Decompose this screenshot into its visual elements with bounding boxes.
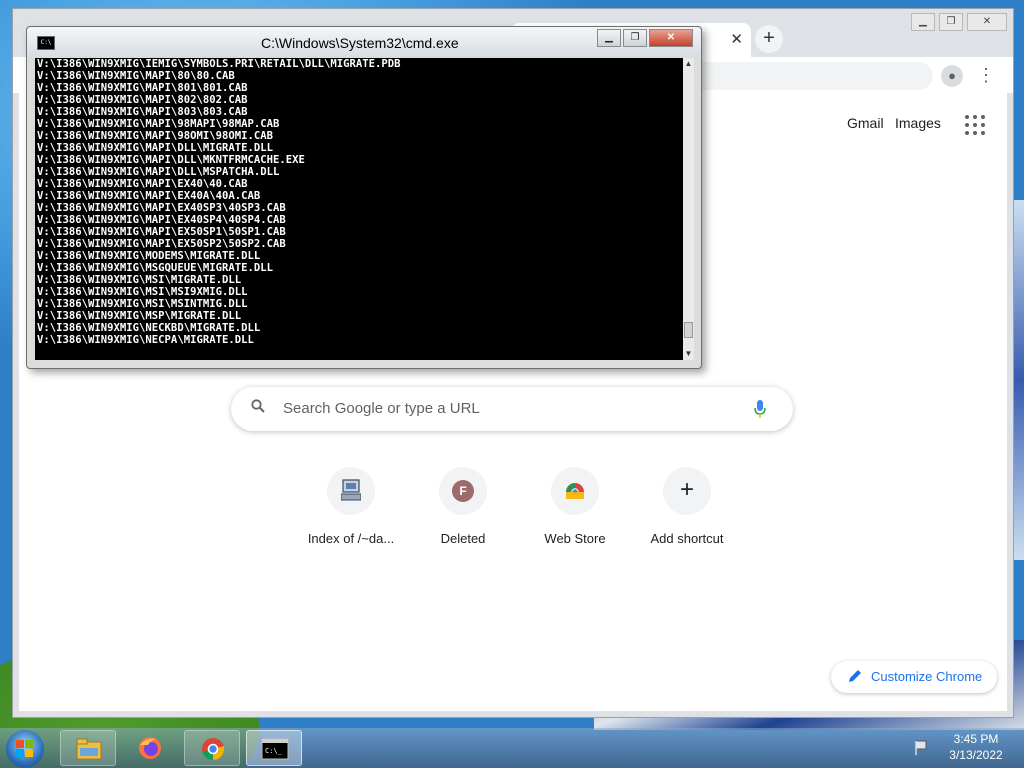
cmd-maximize-button[interactable]: ❐	[623, 29, 647, 47]
console-line: V:\I386\WIN9XMIG\MODEMS\MIGRATE.DLL	[37, 250, 261, 262]
cmd-window-title: C:\Windows\System32\cmd.exe	[261, 35, 459, 51]
console-line: V:\I386\WIN9XMIG\MAPI\80\80.CAB	[37, 70, 235, 82]
chrome-maximize-button[interactable]: ❐	[939, 13, 963, 31]
console-line: V:\I386\WIN9XMIG\MAPI\DLL\MSPATCHA.DLL	[37, 166, 280, 178]
cmd-close-button[interactable]: ✕	[649, 29, 693, 47]
taskbar-file-explorer[interactable]	[60, 730, 116, 766]
menu-kebab-icon[interactable]: ⋮	[977, 63, 995, 87]
google-apps-icon[interactable]	[965, 115, 985, 135]
microphone-icon[interactable]	[753, 399, 767, 419]
console-line: V:\I386\WIN9XMIG\MAPI\DLL\MKNTFRMCACHE.E…	[37, 154, 305, 166]
add-shortcut-tile: +	[663, 467, 711, 515]
console-lines: V:\I386\WIN9XMIG\IEMIG\SYMBOLS.PRI\RETAI…	[37, 58, 401, 346]
console-line: V:\I386\WIN9XMIG\MAPI\EX40SP3\40SP3.CAB	[37, 202, 286, 214]
customize-chrome-label: Customize Chrome	[871, 669, 983, 684]
taskbar-cmd[interactable]: C:\_	[246, 730, 302, 766]
console-line: V:\I386\WIN9XMIG\MAPI\EX40SP4\40SP4.CAB	[37, 214, 286, 226]
taskbar-firefox[interactable]	[122, 730, 178, 766]
shortcut-label: Deleted	[440, 531, 486, 546]
scrollbar-thumb[interactable]	[684, 322, 693, 338]
shortcut-deleted[interactable]: F Deleted	[407, 467, 519, 567]
search-box[interactable]: Search Google or type a URL	[231, 387, 793, 431]
plus-icon: +	[679, 476, 694, 503]
cmd-app-icon: C:\	[37, 36, 55, 50]
gmail-link[interactable]: Gmail	[847, 115, 884, 131]
console-line: V:\I386\WIN9XMIG\IEMIG\SYMBOLS.PRI\RETAI…	[37, 58, 401, 70]
console-line: V:\I386\WIN9XMIG\MSI\MSINTMIG.DLL	[37, 298, 248, 310]
folder-icon	[76, 738, 102, 760]
cmd-window: C:\ C:\Windows\System32\cmd.exe ▁ ❐ ✕ V:…	[26, 26, 702, 369]
new-tab-button[interactable]: +	[755, 25, 783, 53]
console-line: V:\I386\WIN9XMIG\MAPI\EX50SP2\50SP2.CAB	[37, 238, 286, 250]
shortcut-label: Index of /~da...	[307, 531, 395, 546]
images-link[interactable]: Images	[895, 115, 941, 131]
cmd-minimize-button[interactable]: ▁	[597, 29, 621, 47]
profile-icon[interactable]: ●	[941, 65, 963, 87]
chrome-webstore-favicon	[551, 467, 599, 515]
console-output[interactable]: V:\I386\WIN9XMIG\IEMIG\SYMBOLS.PRI\RETAI…	[35, 58, 683, 360]
search-icon	[251, 399, 265, 413]
shortcut-index[interactable]: Index of /~da...	[295, 467, 407, 567]
favicon-letter: F	[452, 480, 474, 502]
chrome-minimize-button[interactable]: ▁	[911, 13, 935, 31]
scroll-down-arrow-icon[interactable]: ▼	[683, 348, 694, 360]
taskbar: C:\_ 3:45 PM 3/13/2022	[0, 728, 1024, 768]
search-placeholder: Search Google or type a URL	[283, 400, 480, 417]
taskbar-chrome[interactable]	[184, 730, 240, 766]
console-line: V:\I386\WIN9XMIG\MAPI\DLL\MIGRATE.DLL	[37, 142, 273, 154]
cmd-scrollbar[interactable]: ▲ ▼	[683, 58, 694, 360]
console-line: V:\I386\WIN9XMIG\MAPI\EX40\40.CAB	[37, 178, 248, 190]
console-line: V:\I386\WIN9XMIG\MAPI\801\801.CAB	[37, 82, 248, 94]
chrome-icon	[202, 738, 225, 760]
console-line: V:\I386\WIN9XMIG\MSI\MSI9XMIG.DLL	[37, 286, 248, 298]
shortcut-add[interactable]: + Add shortcut	[631, 467, 743, 567]
system-clock[interactable]: 3:45 PM 3/13/2022	[938, 731, 1014, 763]
chrome-close-button[interactable]: ✕	[967, 13, 1007, 31]
letter-favicon: F	[439, 467, 487, 515]
console-line: V:\I386\WIN9XMIG\MAPI\98OMI\98OMI.CAB	[37, 130, 273, 142]
computer-favicon	[327, 467, 375, 515]
cmd-titlebar[interactable]: C:\ C:\Windows\System32\cmd.exe ▁ ❐ ✕	[27, 27, 701, 57]
console-line: V:\I386\WIN9XMIG\MAPI\EX40A\40A.CAB	[37, 190, 261, 202]
shortcut-web-store[interactable]: Web Store	[519, 467, 631, 567]
console-line: V:\I386\WIN9XMIG\MAPI\EX50SP1\50SP1.CAB	[37, 226, 286, 238]
pencil-icon	[849, 670, 861, 682]
console-line: V:\I386\WIN9XMIG\NECPA\MIGRATE.DLL	[37, 334, 254, 346]
console-line: V:\I386\WIN9XMIG\MAPI\98MAPI\98MAP.CAB	[37, 118, 280, 130]
console-line: V:\I386\WIN9XMIG\MSGQUEUE\MIGRATE.DLL	[37, 262, 273, 274]
console-line: V:\I386\WIN9XMIG\NECKBD\MIGRATE.DLL	[37, 322, 261, 334]
clock-time: 3:45 PM	[953, 732, 999, 746]
windows-logo-icon	[16, 740, 34, 758]
console-line: V:\I386\WIN9XMIG\MAPI\803\803.CAB	[37, 106, 248, 118]
svg-text:C:\_: C:\_	[265, 747, 283, 755]
console-line: V:\I386\WIN9XMIG\MAPI\802\802.CAB	[37, 94, 248, 106]
tab-close-icon[interactable]: ✕	[730, 30, 743, 48]
shortcut-label: Add shortcut	[650, 531, 724, 546]
action-center-flag-icon[interactable]	[914, 738, 932, 756]
scroll-up-arrow-icon[interactable]: ▲	[683, 58, 694, 70]
shortcut-label: Web Store	[544, 531, 606, 546]
console-line: V:\I386\WIN9XMIG\MSP\MIGRATE.DLL	[37, 310, 242, 322]
customize-chrome-button[interactable]: Customize Chrome	[831, 661, 997, 693]
firefox-icon	[139, 737, 161, 759]
clock-date: 3/13/2022	[949, 748, 1003, 762]
cmd-icon: C:\_	[261, 738, 289, 760]
console-line: V:\I386\WIN9XMIG\MSI\MIGRATE.DLL	[37, 274, 242, 286]
start-button[interactable]	[6, 730, 44, 768]
